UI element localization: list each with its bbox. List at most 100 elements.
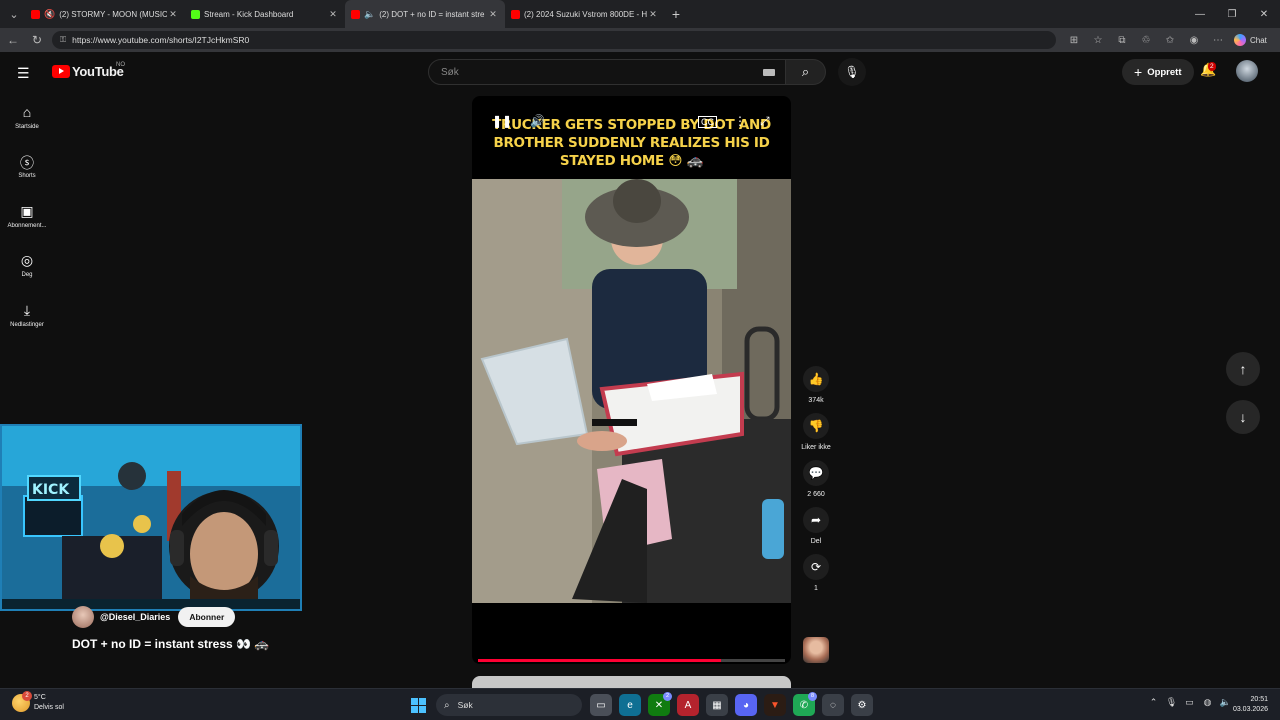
display-tray-icon[interactable]: ▭ xyxy=(1182,697,1197,708)
browser-tab[interactable]: (2) 2024 Suzuki Vstrom 800DE - H ✕ xyxy=(505,0,665,28)
next-short-preview[interactable] xyxy=(472,676,791,688)
search-button[interactable]: ⌕ xyxy=(786,59,826,85)
shorts-player[interactable]: TRUCKER GETS STOPPED BY DOT AND BROTHER … xyxy=(472,96,791,664)
create-label: Opprett xyxy=(1147,66,1182,78)
taskbar-search[interactable]: ⌕ Søk xyxy=(436,694,582,716)
close-window-icon[interactable]: ✕ xyxy=(1248,0,1280,28)
closed-captions-icon[interactable]: CC xyxy=(698,116,717,128)
tab-list-chevron-icon[interactable]: ⌄ xyxy=(3,3,25,25)
clock-time: 20:51 xyxy=(1250,696,1268,703)
voice-search-button[interactable]: 🎙 xyxy=(838,58,866,86)
close-tab-icon[interactable]: ✕ xyxy=(487,9,499,20)
address-bar[interactable]: ⚿ https://www.youtube.com/shorts/I2TJcHk… xyxy=(52,31,1056,49)
browser-essentials-icon[interactable]: ♲ xyxy=(1134,30,1158,50)
taskbar-search-label: Søk xyxy=(457,700,473,710)
close-tab-icon[interactable]: ✕ xyxy=(167,9,179,20)
sidebar-item-label: Shorts xyxy=(18,173,36,180)
pause-icon[interactable]: ❚❚ xyxy=(492,114,512,128)
apps-icon[interactable]: ⊞ xyxy=(1062,30,1086,50)
more-menu-icon[interactable]: ⋯ xyxy=(1206,30,1230,50)
edge-browser-icon[interactable]: e xyxy=(619,694,641,716)
channel-name[interactable]: @Diesel_Diaries xyxy=(100,612,170,622)
tray-chevron-icon[interactable]: ⌃ xyxy=(1146,697,1161,708)
favorites-icon[interactable]: ✩ xyxy=(1158,30,1182,50)
favorite-star-icon[interactable]: ☆ xyxy=(1086,30,1110,50)
shorts-icon: ⓢ xyxy=(20,155,34,172)
new-tab-icon[interactable]: + xyxy=(665,3,687,25)
chat-label: Chat xyxy=(1250,35,1267,45)
taskbar-clock[interactable]: 20:51 03.03.2026 xyxy=(1233,695,1268,715)
brave-browser-icon[interactable]: ▼ xyxy=(764,694,786,716)
back-icon[interactable]: ← xyxy=(2,29,24,51)
search-icon: ⌕ xyxy=(801,64,810,79)
app-a-icon[interactable]: A xyxy=(677,694,699,716)
task-view-icon[interactable]: ▭ xyxy=(590,694,612,716)
channel-thumbnail[interactable] xyxy=(803,637,829,663)
comments-button[interactable]: 💬 xyxy=(803,460,829,486)
video-frame[interactable] xyxy=(472,179,791,603)
progress-bar[interactable] xyxy=(478,659,785,662)
reload-icon[interactable]: ↻ xyxy=(26,29,48,51)
whatsapp-icon[interactable]: ✆ 8 xyxy=(793,692,817,716)
download-icon: ⤓ xyxy=(23,301,31,318)
share-button[interactable]: ➦ xyxy=(803,507,829,533)
shorts-action-bar: 👍 374k 👎 Liker ikke 💬 2 660 ➦ Del ⟳ 1 xyxy=(798,366,834,601)
discord-icon[interactable]: ◕ xyxy=(735,694,757,716)
search-input[interactable]: Søk xyxy=(428,59,786,85)
dislike-button[interactable]: 👎 xyxy=(803,413,829,439)
close-tab-icon[interactable]: ✕ xyxy=(327,9,339,20)
hamburger-menu-icon[interactable]: ☰ xyxy=(17,65,30,82)
progress-fill xyxy=(478,659,721,662)
minimize-icon[interactable]: — xyxy=(1184,0,1216,28)
tab-title: (2) STORMY - MOON (MUSIC xyxy=(59,9,167,19)
next-short-button[interactable]: ↓ xyxy=(1226,400,1260,434)
profile-icon[interactable]: ◉ xyxy=(1182,30,1206,50)
microphone-icon: 🎙 xyxy=(844,65,860,79)
sidebar-item-shorts[interactable]: ⓢ Shorts xyxy=(0,142,54,192)
restore-icon[interactable]: ❐ xyxy=(1216,0,1248,28)
keyboard-icon[interactable] xyxy=(763,69,775,76)
close-tab-icon[interactable]: ✕ xyxy=(647,9,659,20)
system-tray: ⌃ 🎙 ▭ ◍ 🔈 xyxy=(1146,697,1236,708)
window-controls: — ❐ ✕ xyxy=(1184,0,1280,28)
remix-count: 1 xyxy=(814,585,818,592)
copilot-chat-button[interactable]: Chat xyxy=(1234,34,1267,46)
store-icon[interactable]: ▦ xyxy=(706,694,728,716)
volume-tray-icon[interactable]: 🔈 xyxy=(1218,697,1233,708)
extensions-icon[interactable]: ⧉ xyxy=(1110,30,1134,50)
windows-start-icon[interactable] xyxy=(411,698,426,713)
weather-temperature: 5°C xyxy=(34,694,46,701)
comment-count: 2 660 xyxy=(807,491,825,498)
channel-avatar[interactable] xyxy=(72,606,94,628)
sidebar-item-subscriptions[interactable]: ▣ Abonnement... xyxy=(0,191,54,241)
remix-button[interactable]: ⟳ xyxy=(803,554,829,580)
like-button[interactable]: 👍 xyxy=(803,366,829,392)
copilot-icon xyxy=(1234,34,1246,46)
obs-recording-icon[interactable]: ◌ xyxy=(822,694,844,716)
sidebar-item-home[interactable]: ⌂ Startside xyxy=(0,92,54,142)
sidebar-item-label: Abonnement... xyxy=(7,222,47,229)
weather-widget[interactable]: 2 5°C Delvis sol xyxy=(12,691,64,713)
settings-gear-icon[interactable]: ⚙ xyxy=(851,694,873,716)
fullscreen-icon[interactable]: ⤢ xyxy=(760,114,770,129)
create-button[interactable]: + Opprett xyxy=(1122,59,1194,85)
site-info-icon[interactable]: ⚿ xyxy=(60,35,66,45)
xbox-icon[interactable]: ✕ 2 xyxy=(648,692,672,716)
browser-tab[interactable]: 🔇 (2) STORMY - MOON (MUSIC ✕ xyxy=(25,0,185,28)
sidebar-item-downloads[interactable]: ⤓ Nedlastinger xyxy=(0,290,54,340)
microphone-tray-icon[interactable]: 🎙 xyxy=(1164,697,1179,708)
subscribe-button[interactable]: Abonner xyxy=(178,607,236,627)
browser-tab[interactable]: Stream - Kick Dashboard ✕ xyxy=(185,0,345,28)
browser-tab-active[interactable]: 🔈 (2) DOT + no ID = instant stre ✕ xyxy=(345,0,505,28)
short-title[interactable]: DOT + no ID = instant stress 👀 🚓 xyxy=(72,637,269,651)
more-options-icon[interactable]: ⋮ xyxy=(734,114,746,128)
account-avatar[interactable] xyxy=(1236,60,1258,82)
subscriptions-icon: ▣ xyxy=(20,202,34,219)
network-tray-icon[interactable]: ◍ xyxy=(1200,697,1215,708)
speaker-muted-icon[interactable]: 🔇 xyxy=(44,9,55,20)
sidebar-item-you[interactable]: ◎ Deg xyxy=(0,241,54,291)
volume-icon[interactable]: 🔊 xyxy=(530,114,545,128)
previous-short-button[interactable]: ↑ xyxy=(1226,352,1260,386)
youtube-logo[interactable]: YouTube xyxy=(52,64,124,79)
speaker-icon[interactable]: 🔈 xyxy=(364,9,375,20)
